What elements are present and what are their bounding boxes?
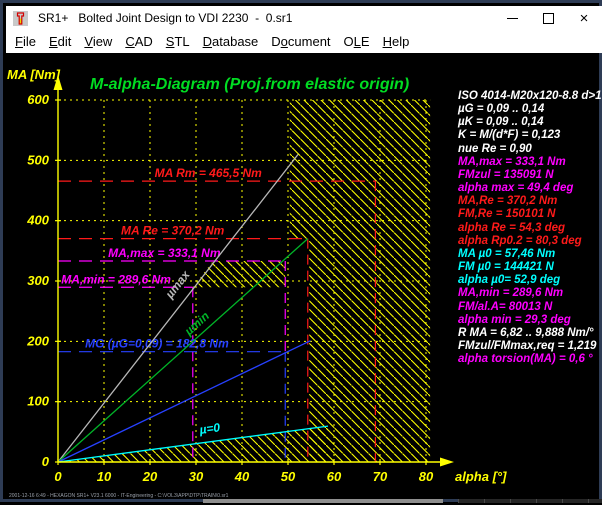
panel-line: FM µ0 = 144421 N (458, 261, 602, 274)
statusbar-cells (458, 499, 602, 503)
panel-line: ISO 4014-M20x120-8.8 d>16 (458, 90, 602, 103)
x-tick-label: 50 (281, 469, 296, 484)
panel-line: nue Re = 0,90 (458, 143, 602, 156)
hline-label: MA Rm = 465,5 Nm (155, 166, 263, 180)
panel-line: alpha Rp0.2 = 80,3 deg (458, 235, 602, 248)
panel-line: FM,Re = 150101 N (458, 208, 602, 221)
close-button[interactable]: × (566, 6, 602, 30)
y-tick-label: 0 (42, 454, 50, 469)
maximize-icon (543, 13, 554, 24)
series-label: µ=0 (198, 420, 222, 437)
y-tick-label: 500 (27, 152, 49, 167)
panel-line: µK = 0,09 .. 0,14 (458, 116, 602, 129)
x-tick-label: 10 (97, 469, 112, 484)
panel-line: FMzul = 135091 N (458, 169, 602, 182)
x-tick-label: 40 (234, 469, 250, 484)
x-tick-label: 30 (189, 469, 204, 484)
menu-cad[interactable]: CAD (125, 34, 152, 49)
status-line: 2001-12-16 6:49 - HEXAGON SR1+ V23.1 600… (9, 493, 228, 499)
maximize-button[interactable] (530, 6, 566, 30)
series-µmax (58, 154, 298, 462)
title-bar[interactable]: SR1+ Bolted Joint Design to VDI 2230 - 0… (6, 6, 602, 30)
menu-document[interactable]: Document (271, 34, 330, 49)
panel-line: K = M/(d*F) = 0,123 (458, 129, 602, 142)
panel-line: MA,min = 289,6 Nm (458, 287, 602, 300)
panel-line: R MA = 6,82 .. 9,888 Nm/° (458, 327, 602, 340)
x-tick-label: 80 (419, 469, 434, 484)
statusbar-segment (203, 499, 443, 503)
hline-label: MG (µG=0,09) = 182,8 Nm (85, 337, 229, 351)
x-axis-arrow (440, 458, 454, 467)
panel-line: MA,Re = 370,2 Nm (458, 195, 602, 208)
hatch-forbidden-upper (290, 100, 430, 239)
menu-stl[interactable]: STL (166, 34, 190, 49)
x-axis-title: alpha [°] (455, 469, 507, 484)
x-tick-label: 0 (54, 469, 62, 484)
x-tick-label: 60 (327, 469, 342, 484)
panel-line: alpha max = 49,4 deg (458, 182, 602, 195)
menu-bar: File Edit View CAD STL Database Document… (6, 30, 602, 53)
panel-line: µG = 0,09 .. 0,14 (458, 103, 602, 116)
hline-label: MA,max = 333,1 Nm (108, 246, 221, 260)
y-axis-title: MA [Nm] (7, 67, 61, 82)
panel-line: MA,max = 333,1 Nm (458, 156, 602, 169)
window-title: SR1+ Bolted Joint Design to VDI 2230 - 0… (38, 11, 494, 25)
menu-ole[interactable]: OLE (344, 34, 370, 49)
series-label: µmin (181, 309, 212, 339)
menu-edit[interactable]: Edit (49, 34, 71, 49)
hatch-tolerance-band (193, 261, 285, 287)
menu-file[interactable]: File (15, 34, 36, 49)
chart-title: M-alpha-Diagram (Proj.from elastic origi… (90, 76, 409, 93)
close-icon: × (580, 11, 589, 26)
panel-line: alpha min = 29,3 deg (458, 314, 602, 327)
results-panel: ISO 4014-M20x120-8.8 d>16µG = 0,09 .. 0,… (458, 90, 602, 366)
y-tick-label: 300 (27, 273, 49, 288)
minimize-icon (507, 18, 518, 19)
app-window: MA Rm = 465,5 Nm MA Re = 370,2 Nm MA,max =… (0, 0, 602, 502)
hline-label: MA,min = 289,6 Nm (61, 272, 171, 286)
hline-label: MA Re = 370,2 Nm (121, 224, 225, 238)
menu-view[interactable]: View (84, 34, 112, 49)
minimize-button[interactable] (494, 6, 530, 30)
y-tick-label: 200 (26, 333, 49, 348)
x-tick-label: 20 (142, 469, 158, 484)
panel-line: FMzul/FMmax,req = 1,219 (458, 340, 602, 353)
menu-help[interactable]: Help (383, 34, 410, 49)
panel-line: alpha Re = 54,3 deg (458, 222, 602, 235)
bolt-icon (13, 11, 28, 26)
panel-line: MA µ0 = 57,46 Nm (458, 248, 602, 261)
menu-database[interactable]: Database (203, 34, 259, 49)
y-tick-label: 400 (26, 213, 49, 228)
panel-line: alpha µ0= 52,9 deg (458, 274, 602, 287)
panel-line: alpha torsion(MA) = 0,6 ° (458, 353, 602, 366)
panel-line: FM/al.A= 80013 N (458, 301, 602, 314)
x-tick-label: 70 (373, 469, 388, 484)
y-tick-label: 100 (27, 394, 49, 409)
y-tick-label: 600 (27, 92, 49, 107)
